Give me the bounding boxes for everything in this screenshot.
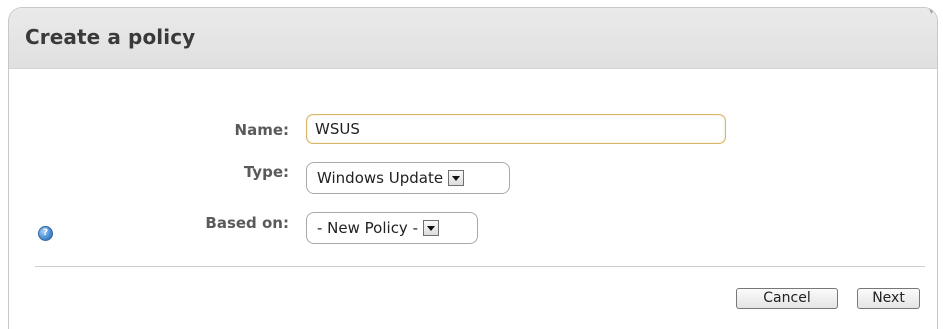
based-on-label: Based on: [205,214,289,232]
create-policy-dialog: Create a policy ▾ Name: Type: Windows Up… [8,7,938,329]
based-on-select-value: - New Policy - [317,219,418,237]
type-select[interactable]: Windows Update [306,162,510,194]
based-on-select[interactable]: - New Policy - [306,212,478,244]
based-on-dropdown-arrow-icon[interactable] [423,220,439,236]
cancel-button[interactable]: Cancel [736,288,838,309]
dialog-header: Create a policy ▾ [9,8,937,69]
name-label: Name: [234,121,289,139]
resize-corner-icon: ▾ [928,7,934,17]
name-input[interactable] [306,114,726,144]
type-select-value: Windows Update [317,169,444,187]
next-button[interactable]: Next [857,288,920,309]
dialog-title: Create a policy [25,25,196,49]
type-dropdown-arrow-icon[interactable] [448,170,465,186]
type-label: Type: [243,163,289,181]
form-divider [35,266,925,267]
